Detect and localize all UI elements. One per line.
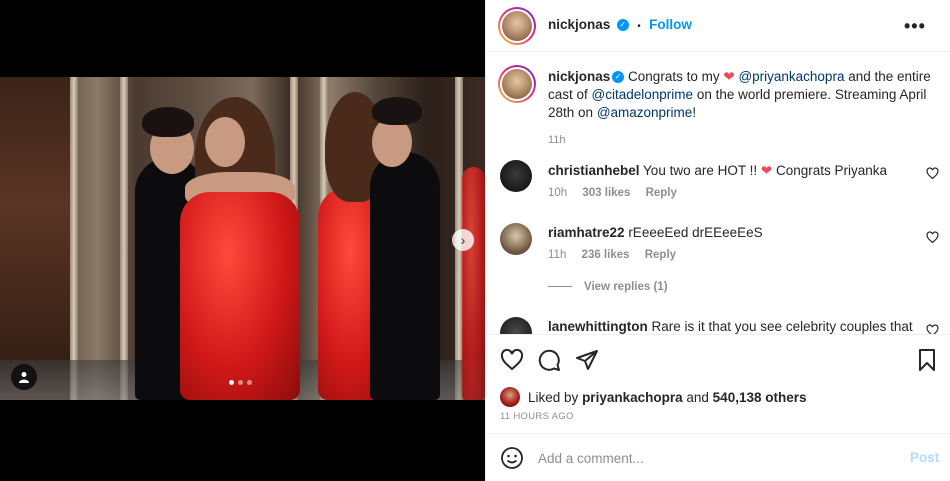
add-comment-bar: Post [486, 433, 950, 481]
user-tags-button[interactable] [11, 364, 37, 390]
red-heart-emoji-icon: ❤ [760, 163, 773, 178]
mention-link[interactable]: @citadelonprime [592, 87, 694, 102]
comment-timestamp[interactable]: 10h [548, 187, 567, 199]
verified-badge-icon: ✓ [616, 18, 629, 31]
header-separator: • [637, 21, 641, 32]
post-caption: nickjonas ✓ Congrats to my ❤ @priyankacho… [548, 68, 943, 149]
next-slide-button[interactable]: › [452, 229, 474, 251]
comment-reply-button[interactable]: Reply [646, 187, 677, 199]
chevron-right-icon: › [460, 232, 466, 248]
post-actions: Liked by priyankachopra and 540,138 othe… [486, 334, 950, 481]
more-options-icon[interactable]: ••• [904, 16, 926, 37]
likes-summary: Liked by priyankachopra and 540,138 othe… [500, 387, 806, 407]
view-replies-button[interactable]: View replies (1) [548, 281, 668, 293]
commenter-avatar[interactable] [500, 160, 532, 192]
comment-timestamp[interactable]: 11h [548, 249, 566, 261]
user-tag-icon [19, 372, 29, 383]
liker-avatar[interactable] [500, 387, 520, 407]
comment-reply-button[interactable]: Reply [645, 249, 676, 261]
author-avatar[interactable] [498, 7, 536, 45]
follow-button[interactable]: Follow [649, 17, 692, 32]
commenter-username[interactable]: christianhebel [548, 163, 640, 178]
bookmark-icon[interactable] [915, 348, 939, 372]
comment-like-button[interactable] [926, 231, 939, 247]
liker-username[interactable]: priyankachopra [582, 390, 683, 405]
comment-icon[interactable] [537, 348, 561, 372]
post-photo[interactable] [0, 77, 485, 400]
author-username[interactable]: nickjonas [548, 17, 610, 32]
carousel-dot [238, 380, 243, 385]
share-icon[interactable] [575, 348, 599, 372]
emoji-icon[interactable] [500, 446, 524, 470]
heart-icon[interactable] [500, 348, 524, 372]
carousel-dot [229, 380, 234, 385]
commenter-username[interactable]: riamhatre22 [548, 225, 625, 240]
mention-link[interactable]: @priyankachopra [738, 69, 844, 84]
carousel-indicator [229, 380, 252, 385]
heart-outline-icon [926, 231, 939, 244]
instagram-post-modal: › nickjonas ✓ • Follow ••• nickjonas ✓ C… [0, 0, 950, 481]
comment-like-button[interactable] [926, 167, 939, 183]
commenter-username[interactable]: lanewhittington [548, 319, 648, 334]
red-heart-emoji-icon: ❤ [723, 69, 735, 84]
comment-likes[interactable]: 303 likes [582, 187, 630, 199]
caption-author-avatar[interactable] [498, 65, 536, 103]
comment-input[interactable] [538, 447, 878, 469]
carousel-dot [247, 380, 252, 385]
likes-count[interactable]: 540,138 others [713, 390, 807, 405]
post-timestamp: 11 HOURS AGO [500, 411, 574, 422]
post-details-panel: nickjonas ✓ • Follow ••• nickjonas ✓ Cong… [485, 0, 950, 481]
caption-username[interactable]: nickjonas [548, 69, 610, 84]
mention-link[interactable]: @amazonprime [597, 105, 693, 120]
caption-timestamp[interactable]: 11h [548, 131, 943, 149]
commenter-avatar[interactable] [500, 223, 532, 255]
post-comment-button[interactable]: Post [910, 450, 939, 465]
post-header: nickjonas ✓ • Follow ••• [486, 0, 950, 52]
comment-likes[interactable]: 236 likes [582, 249, 630, 261]
post-media: › [0, 0, 485, 481]
heart-outline-icon [926, 167, 939, 180]
verified-badge-icon: ✓ [612, 71, 625, 84]
